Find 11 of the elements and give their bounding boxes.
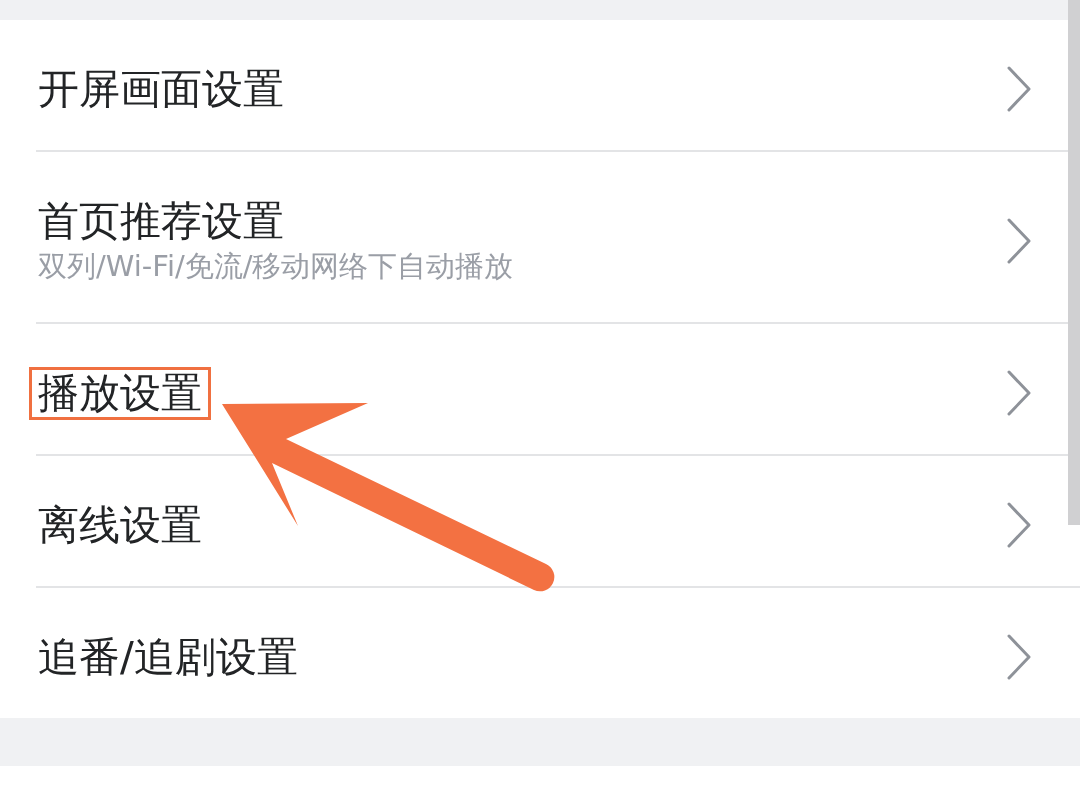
setting-title[interactable]: 首页推荐设置: [38, 196, 284, 246]
setting-subtitle: 双列/Wi-Fi/免流/移动网络下自动播放: [38, 248, 514, 285]
setting-title[interactable]: 开屏画面设置: [38, 64, 284, 114]
chevron-right-icon[interactable]: [1007, 370, 1031, 416]
chevron-right-icon[interactable]: [1007, 634, 1031, 680]
setting-title[interactable]: 离线设置: [38, 500, 202, 550]
chevron-right-icon[interactable]: [1007, 218, 1031, 264]
chevron-right-icon[interactable]: [1007, 502, 1031, 548]
chevron-right-icon[interactable]: [1007, 66, 1031, 112]
setting-title[interactable]: 播放设置: [29, 367, 211, 420]
setting-title[interactable]: 追番/追剧设置: [38, 632, 298, 682]
